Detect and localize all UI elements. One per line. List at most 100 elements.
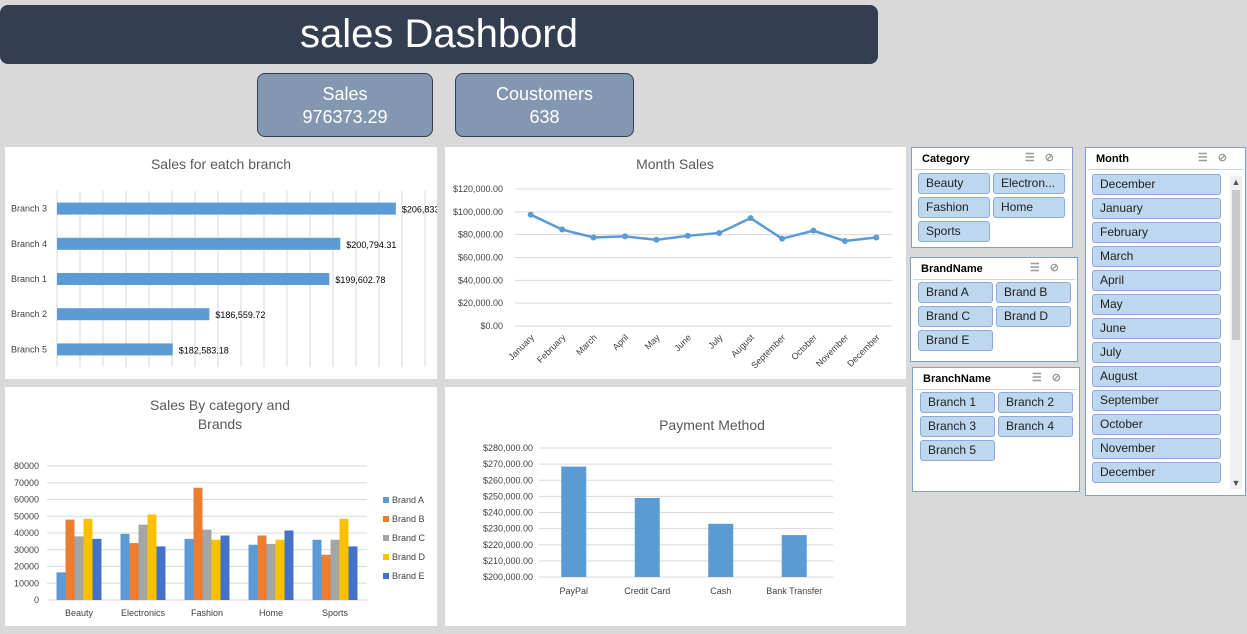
slicer-item-month[interactable]: July: [1092, 342, 1221, 363]
month-slicer[interactable]: Month ☰⊘ December January February March Apr…: [1085, 147, 1246, 496]
x-tick-label: August: [729, 332, 756, 359]
data-point: [527, 211, 534, 218]
branch-slicer[interactable]: BranchName ☰⊘ Branch 1 Branch 2 Branch 3…: [912, 367, 1080, 492]
month-slicer-scrollbar[interactable]: ▲ ▼: [1230, 176, 1242, 489]
payment-method-chart[interactable]: Payment Method $280,000.00 $270,000.00 $260…: [445, 387, 906, 626]
slicer-item-month[interactable]: February: [1092, 222, 1221, 243]
slicer-item-electronics[interactable]: Electron...: [993, 173, 1065, 194]
y-tick-label: $60,000.00: [458, 253, 503, 263]
slicer-item-month[interactable]: September: [1092, 390, 1221, 411]
customers-kpi-card[interactable]: Coustomers 638: [455, 73, 634, 137]
category-slicer[interactable]: Category ☰⊘ Beauty Electron... Fashion H…: [911, 147, 1073, 248]
slicer-item-brand-a[interactable]: Brand A: [918, 282, 993, 303]
legend-label: Brand B: [392, 514, 425, 524]
legend-label: Brand E: [392, 571, 425, 581]
slicer-item-brand-c[interactable]: Brand C: [918, 306, 993, 327]
slicer-item-brand-d[interactable]: Brand D: [996, 306, 1071, 327]
slicer-item-brand-e[interactable]: Brand E: [918, 330, 993, 351]
y-tick-label: $200,000.00: [483, 572, 533, 582]
multi-select-icon[interactable]: ☰: [1025, 152, 1045, 164]
month-sales-chart[interactable]: Month Sales $120,000.00 $100,000.00 $80,000…: [445, 147, 906, 379]
category-label: Branch 5: [11, 344, 47, 354]
slicer-item-month[interactable]: December: [1092, 462, 1221, 483]
slicer-item-month[interactable]: May: [1092, 294, 1221, 315]
slicer-item-fashion[interactable]: Fashion: [918, 197, 990, 218]
slicer-item-home[interactable]: Home: [993, 197, 1065, 218]
bar: [193, 487, 203, 600]
slicer-item-month[interactable]: October: [1092, 414, 1221, 435]
slicer-item-month[interactable]: November: [1092, 438, 1221, 459]
x-tick-label: Home: [259, 608, 283, 618]
bar: [348, 546, 358, 600]
slicer-item-month[interactable]: April: [1092, 270, 1221, 291]
x-tick-label: Bank Transfer: [766, 586, 822, 596]
bar: [211, 539, 221, 600]
bar: [57, 308, 210, 321]
x-tick-label: January: [506, 332, 536, 362]
clear-filter-icon[interactable]: ⊘: [1050, 262, 1069, 274]
slicer-item-month[interactable]: December: [1092, 174, 1221, 195]
scroll-down-icon[interactable]: ▼: [1230, 477, 1242, 489]
bar: [57, 343, 173, 356]
category-brand-chart[interactable]: Sales By category and Brands 80000 70000 600…: [5, 387, 437, 626]
bar: [129, 543, 139, 600]
y-tick-label: $40,000.00: [458, 275, 503, 285]
legend-label: Brand C: [392, 533, 426, 543]
y-tick-label: $0.00: [480, 321, 503, 331]
x-tick-label: Credit Card: [624, 586, 670, 596]
scroll-thumb[interactable]: [1232, 190, 1240, 340]
branch-sales-svg: Sales for eatch branch Branch 3 $206,833.3…: [11, 156, 437, 367]
legend-swatch: [383, 573, 389, 579]
clear-filter-icon[interactable]: ⊘: [1045, 152, 1064, 164]
slicer-item-branch-1[interactable]: Branch 1: [920, 392, 995, 413]
clear-filter-icon[interactable]: ⊘: [1052, 372, 1071, 384]
category-slicer-title: Category: [922, 153, 970, 165]
branch-sales-chart[interactable]: Sales for eatch branch Branch 3 $206,833.3…: [5, 147, 437, 379]
bar: [248, 544, 258, 600]
slicer-item-month[interactable]: August: [1092, 366, 1221, 387]
bar: [92, 538, 102, 600]
data-label: $182,583.18: [179, 345, 229, 355]
x-tick-label: December: [845, 332, 881, 368]
brand-slicer[interactable]: BrandName ☰⊘ Brand A Brand B Brand C Bra…: [910, 257, 1078, 362]
y-tick-label: 30000: [14, 545, 39, 555]
branch-slicer-title: BranchName: [923, 373, 991, 385]
slicer-item-beauty[interactable]: Beauty: [918, 173, 990, 194]
slicer-item-branch-4[interactable]: Branch 4: [998, 416, 1073, 437]
y-tick-label: $280,000.00: [483, 443, 533, 453]
x-tick-label: April: [611, 332, 631, 352]
chart-title: Brands: [198, 416, 242, 432]
x-tick-label: May: [643, 332, 662, 351]
category-slicer-header: Category ☰⊘: [914, 148, 1070, 170]
slicer-item-month[interactable]: January: [1092, 198, 1221, 219]
dashboard-title: sales Dashbord: [0, 5, 878, 64]
slicer-item-sports[interactable]: Sports: [918, 221, 990, 242]
multi-select-icon[interactable]: ☰: [1198, 152, 1218, 164]
slicer-item-branch-2[interactable]: Branch 2: [998, 392, 1073, 413]
month-slicer-title: Month: [1096, 153, 1129, 165]
multi-select-icon[interactable]: ☰: [1032, 372, 1052, 384]
bar: [275, 539, 285, 600]
branch-slicer-header: BranchName ☰⊘: [915, 368, 1077, 390]
slicer-item-month[interactable]: March: [1092, 246, 1221, 267]
y-tick-label: 10000: [14, 578, 39, 588]
clear-filter-icon[interactable]: ⊘: [1218, 152, 1237, 164]
bar: [634, 497, 660, 577]
sales-kpi-card[interactable]: Sales 976373.29: [257, 73, 433, 137]
y-tick-label: $270,000.00: [483, 459, 533, 469]
legend-label: Brand D: [392, 552, 426, 562]
multi-select-icon[interactable]: ☰: [1030, 262, 1050, 274]
x-tick-label: November: [814, 332, 850, 368]
slicer-item-branch-3[interactable]: Branch 3: [920, 416, 995, 437]
chart-title: Payment Method: [659, 417, 765, 433]
scroll-up-icon[interactable]: ▲: [1230, 176, 1242, 188]
slicer-item-month[interactable]: June: [1092, 318, 1221, 339]
x-tick-label: July: [706, 332, 725, 351]
y-tick-label: 0: [34, 595, 39, 605]
customers-kpi-value: 638: [529, 107, 560, 127]
data-label: $186,559.72: [215, 310, 265, 320]
data-point: [621, 233, 628, 240]
slicer-item-brand-b[interactable]: Brand B: [996, 282, 1071, 303]
slicer-item-branch-5[interactable]: Branch 5: [920, 440, 995, 461]
y-tick-label: 50000: [14, 511, 39, 521]
